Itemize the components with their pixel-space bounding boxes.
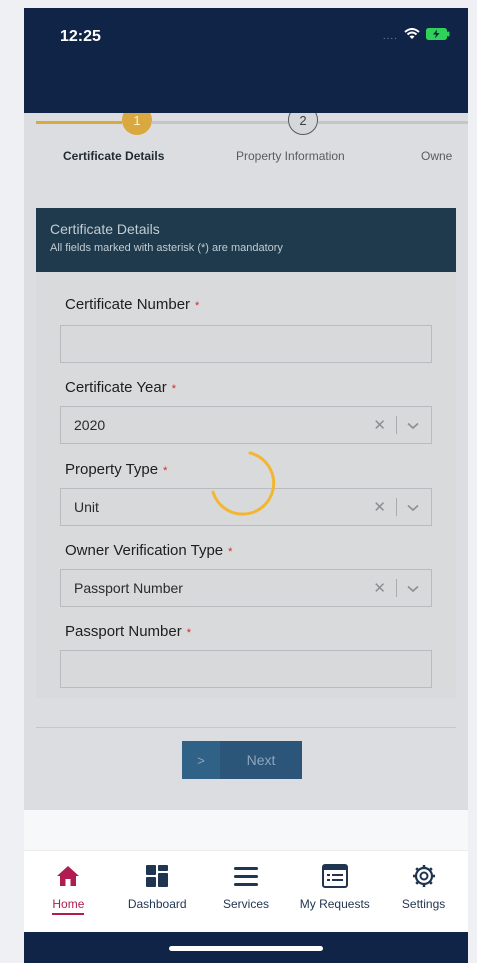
required-marker: *	[171, 383, 177, 395]
menu-icon	[233, 863, 259, 889]
certificate-year-label: Certificate Year *	[65, 379, 177, 396]
passport-number-input[interactable]	[60, 650, 432, 688]
chevron-right-icon: >	[182, 741, 220, 779]
status-time: 12:25	[60, 28, 101, 45]
select-divider	[396, 498, 397, 516]
signal-icon: ....	[382, 30, 398, 42]
bottom-tab-bar: Home Dashboard Services My Requests Sett…	[24, 850, 468, 932]
stepper: 1 2 Certificate Details Property Informa…	[24, 113, 468, 173]
chevron-down-icon[interactable]	[407, 580, 419, 597]
step-connector	[318, 121, 468, 124]
wifi-icon	[404, 27, 420, 45]
chevron-down-icon[interactable]	[407, 417, 419, 434]
requests-icon	[321, 863, 348, 889]
tab-dashboard-label: Dashboard	[127, 897, 187, 911]
property-type-label: Property Type *	[65, 461, 168, 478]
certificate-year-select[interactable]: 2020 ✕	[60, 406, 432, 444]
certificate-number-label: Certificate Number *	[65, 296, 200, 313]
tab-services-label: Services	[222, 897, 269, 911]
tab-services[interactable]: Services	[202, 851, 291, 932]
home-icon	[55, 863, 81, 889]
form-header: Certificate Details All fields marked wi…	[36, 208, 456, 272]
tab-home-label: Home	[52, 897, 85, 915]
step-2-circle[interactable]: 2	[288, 113, 318, 135]
select-divider	[396, 579, 397, 597]
passport-number-label: Passport Number *	[65, 623, 191, 640]
step-3-label[interactable]: Owne	[421, 149, 452, 163]
clear-icon[interactable]: ✕	[373, 579, 386, 597]
clear-icon[interactable]: ✕	[373, 416, 386, 434]
select-divider	[396, 416, 397, 434]
step-1-circle[interactable]: 1	[122, 113, 152, 135]
step-connector	[152, 121, 288, 124]
chevron-down-icon[interactable]	[407, 499, 419, 516]
owner-verification-type-value: Passport Number	[74, 580, 183, 596]
tab-dashboard[interactable]: Dashboard	[113, 851, 202, 932]
main-content: 1 2 Certificate Details Property Informa…	[24, 113, 468, 810]
tab-settings[interactable]: Settings	[379, 851, 468, 932]
certificate-year-value: 2020	[74, 417, 106, 433]
owner-verification-type-label: Owner Verification Type *	[65, 542, 233, 559]
required-marker: *	[228, 546, 233, 558]
step-2-label[interactable]: Property Information	[236, 149, 345, 163]
tab-home[interactable]: Home	[24, 851, 113, 932]
tab-settings-label: Settings	[401, 897, 446, 911]
battery-icon	[426, 27, 450, 45]
next-button-label: Next	[246, 752, 276, 768]
step-progress-line	[36, 121, 122, 124]
phone-screen: 12:25 .... 1 2 Certificate Details Prope…	[24, 8, 468, 963]
status-icons: ....	[383, 27, 450, 45]
form-subtitle: All fields marked with asterisk (*) are …	[50, 242, 283, 254]
owner-verification-type-select[interactable]: Passport Number ✕	[60, 569, 432, 607]
next-button[interactable]: > Next	[182, 741, 302, 779]
footer-spacer	[24, 810, 468, 850]
loading-spinner-icon	[211, 451, 276, 516]
divider	[36, 727, 456, 728]
tab-my-requests-label: My Requests	[299, 897, 370, 911]
required-marker: *	[195, 300, 200, 312]
home-indicator-area	[24, 932, 468, 963]
certificate-number-input[interactable]	[60, 325, 432, 363]
home-indicator[interactable]	[169, 946, 323, 951]
tab-my-requests[interactable]: My Requests	[290, 851, 379, 932]
required-marker: *	[186, 627, 191, 639]
dashboard-icon	[144, 863, 170, 889]
required-marker: *	[163, 465, 168, 477]
form-title: Certificate Details	[50, 221, 160, 237]
gear-icon	[411, 863, 437, 889]
clear-icon[interactable]: ✕	[373, 498, 386, 516]
status-bar: 12:25 ....	[24, 8, 468, 113]
step-1-label[interactable]: Certificate Details	[63, 149, 164, 163]
